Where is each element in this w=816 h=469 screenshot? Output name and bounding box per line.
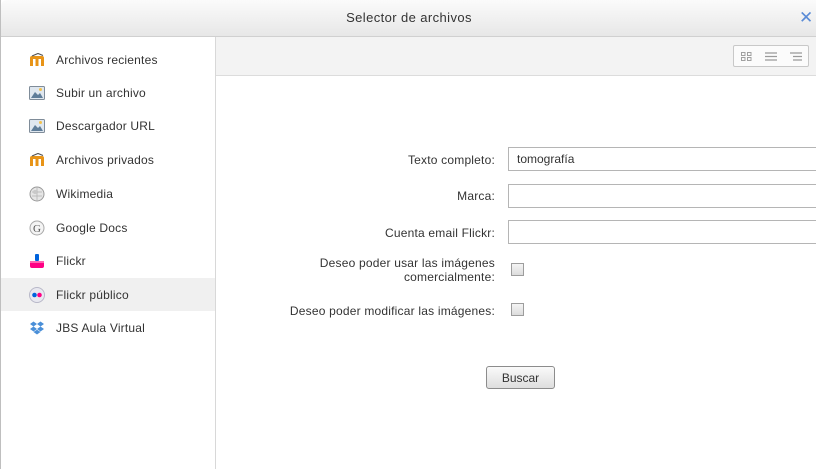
sidebar-item-label: Subir un archivo	[56, 85, 146, 100]
search-button[interactable]: Buscar	[486, 366, 555, 389]
moodle-icon	[29, 52, 45, 68]
tree-view-icon[interactable]	[783, 46, 808, 66]
flickr-icon	[29, 253, 45, 269]
sidebar-item-label: Archivos privados	[56, 152, 155, 167]
flickr-email-input[interactable]	[508, 220, 816, 244]
sidebar-item-flickr[interactable]: Flickr	[1, 244, 215, 277]
modify-images-checkbox[interactable]	[511, 303, 524, 316]
file-picker-dialog: Selector de archivos ✕ Archivos reciente…	[0, 0, 816, 469]
close-icon[interactable]: ✕	[799, 8, 816, 28]
sidebar-item-private-files[interactable]: Archivos privados	[1, 143, 215, 176]
flickr-dots-icon	[29, 286, 45, 303]
dropbox-icon	[29, 320, 45, 336]
flickr-email-label: Cuenta email Flickr:	[384, 226, 495, 240]
commercial-use-label: Deseo poder usar las imágenes comercialm…	[319, 256, 495, 284]
tag-label: Marca:	[457, 189, 495, 203]
url-downloader-icon	[29, 118, 45, 134]
sidebar-item-wikimedia[interactable]: Wikimedia	[1, 177, 215, 210]
svg-text:G: G	[33, 223, 41, 235]
dialog-titlebar: Selector de archivos ✕	[1, 0, 816, 37]
sidebar-item-label: JBS Aula Virtual	[56, 320, 146, 335]
sidebar-item-jbs-aula-virtual[interactable]: JBS Aula Virtual	[1, 311, 215, 344]
tag-input[interactable]	[508, 184, 816, 208]
wikimedia-icon	[29, 186, 45, 202]
view-switcher	[733, 45, 809, 67]
sidebar-item-label: Flickr	[56, 253, 86, 268]
file-picker-toolbar	[216, 37, 816, 76]
sidebar-item-label: Wikimedia	[56, 186, 114, 201]
fulltext-label: Texto completo:	[407, 153, 495, 167]
repository-sidebar: Archivos recientes Subir un archivo Desc…	[1, 37, 216, 469]
moodle-icon	[29, 152, 45, 168]
icon-view-icon[interactable]	[734, 46, 759, 66]
sidebar-item-label: Archivos recientes	[56, 52, 158, 67]
sidebar-item-label: Descargador URL	[56, 118, 156, 133]
commercial-use-checkbox[interactable]	[511, 263, 524, 276]
sidebar-item-url-downloader[interactable]: Descargador URL	[1, 109, 215, 142]
upload-icon	[29, 85, 45, 101]
sidebar-item-label: Google Docs	[56, 220, 128, 235]
sidebar-item-label: Flickr público	[56, 287, 129, 302]
list-view-icon[interactable]	[759, 46, 784, 66]
dialog-title: Selector de archivos	[346, 10, 472, 25]
sidebar-item-upload[interactable]: Subir un archivo	[1, 76, 215, 109]
fulltext-input[interactable]	[508, 147, 816, 171]
sidebar-item-recent-files[interactable]: Archivos recientes	[1, 43, 215, 76]
sidebar-item-google-docs[interactable]: G Google Docs	[1, 211, 215, 244]
google-icon: G	[29, 220, 45, 236]
sidebar-item-flickr-public[interactable]: Flickr público	[1, 278, 215, 311]
modify-images-label: Deseo poder modificar las imágenes:	[289, 304, 495, 318]
